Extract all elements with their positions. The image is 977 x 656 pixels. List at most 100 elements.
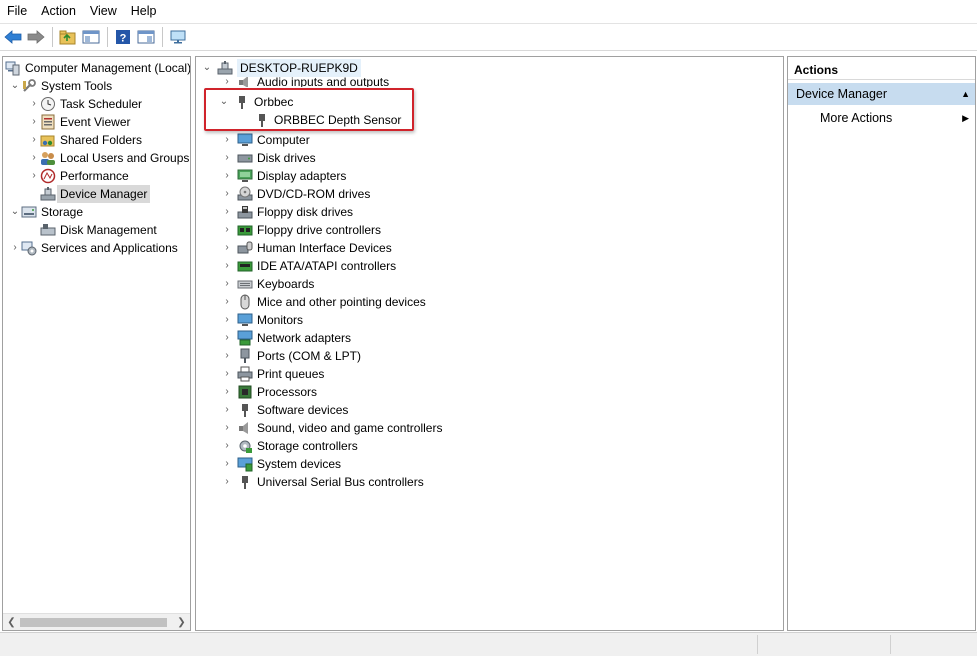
tree-item-device-manager[interactable]: Device Manager [28,185,151,203]
menu-view[interactable]: View [83,0,124,23]
scan-hardware-monitor-icon[interactable] [167,26,189,48]
chevron-right-icon[interactable]: › [28,113,40,131]
tree-item-computer-root[interactable]: ⌄ DESKTOP-RUEPK9D [201,59,361,77]
chevron-down-icon[interactable]: ⌄ [9,77,21,95]
chevron-down-icon[interactable]: ⌄ [201,59,213,77]
chevron-right-icon[interactable]: › [221,167,233,185]
forward-arrow-icon[interactable] [25,26,47,48]
chevron-right-icon[interactable]: › [28,167,40,185]
chevron-right-icon[interactable]: › [221,185,233,203]
tree-item-computer[interactable]: › Computer [221,131,309,149]
tree-item-network-adapters[interactable]: › Network adapters [221,329,351,347]
printer-icon [237,366,253,382]
tree-item-usb-controllers[interactable]: › Universal Serial Bus controllers [221,473,424,491]
menu-bar: File Action View Help [0,0,977,23]
actions-pane: Actions Device Manager ▲ More Actions ▶ [787,56,976,631]
tree-item-ports[interactable]: › Ports (COM & LPT) [221,347,361,365]
display-adapter-icon [237,168,253,184]
monitor-icon [237,312,253,328]
tree-item-performance[interactable]: › Performance [28,167,129,185]
tree-item-print-queues[interactable]: › Print queues [221,365,324,383]
chevron-right-icon[interactable]: › [221,77,233,87]
collapse-up-icon[interactable]: ▲ [961,83,970,105]
tree-item-audio[interactable]: › Audio inputs and outputs [221,77,389,87]
tree-item-event-viewer[interactable]: › Event Viewer [28,113,130,131]
chevron-right-icon[interactable]: › [221,401,233,419]
tree-item-orbbec[interactable]: ⌄ Orbbec [218,93,293,111]
tree-item-dvd-drives[interactable]: › DVD/CD-ROM drives [221,185,370,203]
menu-action[interactable]: Action [34,0,83,23]
chevron-right-icon[interactable]: › [9,239,21,257]
tree-item-hid[interactable]: › Human Interface Devices [221,239,391,257]
tree-item-system-tools[interactable]: ⌄ System Tools [9,77,112,95]
tree-item-services-applications[interactable]: › Services and Applications [9,239,178,257]
chevron-right-icon[interactable]: › [221,473,233,491]
back-arrow-icon[interactable] [2,26,24,48]
more-actions-item[interactable]: More Actions ▶ [788,107,975,129]
tree-item-disk-drives[interactable]: › Disk drives [221,149,315,167]
mouse-icon [237,294,253,310]
chevron-right-icon[interactable]: › [221,239,233,257]
tree-item-mice[interactable]: › Mice and other pointing devices [221,293,426,311]
chevron-right-icon[interactable]: › [28,131,40,149]
tree-item-floppy-disk-drives[interactable]: › Floppy disk drives [221,203,353,221]
chevron-right-icon[interactable]: › [221,149,233,167]
tree-item-ide-controllers[interactable]: › IDE ATA/ATAPI controllers [221,257,396,275]
tree-item-keyboards[interactable]: › Keyboards [221,275,314,293]
toolbar: ? [0,23,977,51]
scroll-right-arrow-icon[interactable]: ❯ [173,614,190,630]
chevron-right-icon[interactable]: › [221,419,233,437]
chevron-right-icon[interactable]: › [221,365,233,383]
tree-item-floppy-drive-controllers[interactable]: › Floppy drive controllers [221,221,381,239]
shared-folder-icon [40,132,56,148]
chevron-down-icon[interactable]: ⌄ [9,203,21,221]
scrollbar-thumb[interactable] [20,618,167,627]
chevron-right-icon[interactable]: › [221,131,233,149]
show-hide-console-tree-icon[interactable] [80,26,102,48]
tree-item-task-scheduler[interactable]: › Task Scheduler [28,95,142,113]
users-icon [40,150,56,166]
tree-item-sound-video[interactable]: › Sound, video and game controllers [221,419,442,437]
tree-item-shared-folders[interactable]: › Shared Folders [28,131,142,149]
tree-item-software-devices[interactable]: › Software devices [221,401,348,419]
tree-item-computer-management[interactable]: Computer Management (Local) [5,59,190,77]
chevron-right-icon[interactable]: › [28,95,40,113]
tree-item-storage-controllers[interactable]: › Storage controllers [221,437,358,455]
chevron-right-icon[interactable]: › [221,437,233,455]
up-folder-icon[interactable] [57,26,79,48]
chevron-right-icon[interactable]: › [221,257,233,275]
menu-help[interactable]: Help [124,0,164,23]
horizontal-scrollbar[interactable]: ❮ ❯ [3,613,190,630]
chevron-down-icon[interactable]: ⌄ [218,93,230,111]
scroll-left-arrow-icon[interactable]: ❮ [3,614,20,630]
chevron-right-icon[interactable]: › [221,275,233,293]
chevron-right-icon[interactable]: › [221,203,233,221]
speaker-icon [237,420,253,436]
tree-item-storage[interactable]: ⌄ Storage [9,203,83,221]
tree-item-orbbec-depth-sensor[interactable]: ORBBEC Depth Sensor [254,111,401,129]
computer-root-icon [217,60,233,76]
menu-file[interactable]: File [0,0,34,23]
chevron-right-icon[interactable]: › [221,347,233,365]
show-hide-action-pane-icon[interactable] [135,26,157,48]
tree-item-processors[interactable]: › Processors [221,383,317,401]
chevron-right-icon[interactable]: › [28,149,40,167]
actions-section-device-manager[interactable]: Device Manager ▲ [788,83,975,105]
console-tree-pane[interactable]: Computer Management (Local) ⌄ System Too… [2,56,191,631]
status-divider [890,635,891,654]
chevron-right-icon[interactable]: › [221,311,233,329]
tree-item-display-adapters[interactable]: › Display adapters [221,167,346,185]
tree-item-monitors[interactable]: › Monitors [221,311,303,329]
ide-controller-icon [237,258,253,274]
chevron-right-icon[interactable]: › [221,329,233,347]
event-viewer-icon [40,114,56,130]
tree-item-local-users-groups[interactable]: › Local Users and Groups [28,149,189,167]
chevron-right-icon[interactable]: › [221,383,233,401]
chevron-right-icon[interactable]: › [221,293,233,311]
tree-item-system-devices[interactable]: › System devices [221,455,341,473]
chevron-right-icon[interactable]: › [221,455,233,473]
tree-item-disk-management[interactable]: Disk Management [28,221,157,239]
device-tree-pane[interactable]: ⌄ DESKTOP-RUEPK9D › Audio inputs and out… [195,56,784,631]
help-icon[interactable]: ? [112,26,134,48]
chevron-right-icon[interactable]: › [221,221,233,239]
